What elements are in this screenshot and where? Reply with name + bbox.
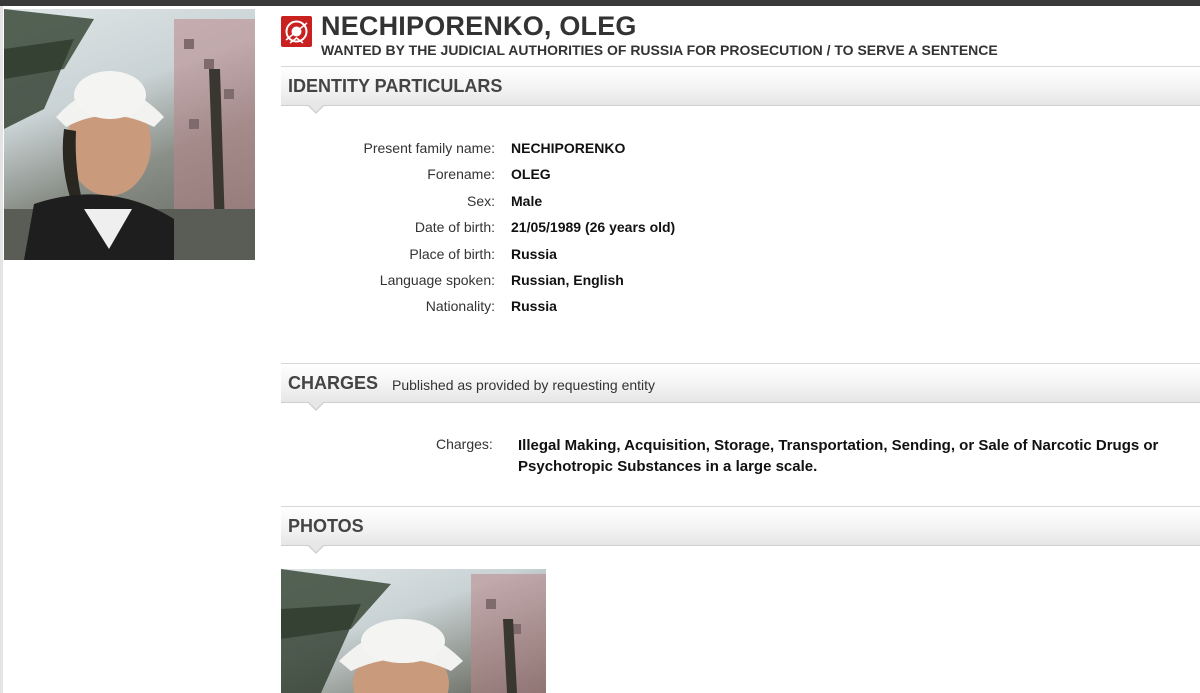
photos-section-header: PHOTOS	[281, 506, 1200, 554]
charges-value: Illegal Making, Acquisition, Storage, Tr…	[518, 437, 1159, 475]
field-value: OLEG	[511, 166, 551, 182]
field-label: Date of birth:	[414, 219, 495, 235]
photos-heading: PHOTOS	[288, 516, 364, 536]
field-value: Russian, English	[511, 272, 624, 288]
section-notch	[307, 544, 325, 554]
charges-heading: CHARGES	[288, 373, 379, 393]
person-name: NECHIPORENKO, OLEG	[321, 11, 637, 41]
interpol-emblem-icon	[281, 16, 312, 47]
field-row-family-name: Present family name: NECHIPORENKO	[281, 137, 1200, 159]
field-row-place-of-birth: Place of birth: Russia	[281, 243, 1200, 265]
field-row-sex: Sex: Male	[281, 190, 1200, 212]
field-label: Place of birth:	[409, 246, 495, 262]
charges-label: Charges:	[436, 436, 493, 452]
field-row-date-of-birth: Date of birth: 21/05/1989 (26 years old)	[281, 216, 1200, 238]
field-label: Nationality:	[425, 298, 495, 314]
field-value: Russia	[511, 246, 557, 262]
charges-section-header: CHARGES Published as provided by request…	[281, 363, 1200, 411]
section-notch	[307, 104, 325, 114]
field-row-nationality: Nationality: Russia	[281, 295, 1200, 317]
field-value: Russia	[511, 298, 557, 314]
field-label: Forename:	[427, 166, 495, 182]
field-label: Present family name:	[363, 140, 496, 156]
field-value: Male	[511, 193, 543, 209]
charges-note: Published as provided by requesting enti…	[392, 377, 656, 393]
left-edge	[0, 6, 3, 693]
photo-thumbnail[interactable]	[281, 569, 546, 693]
wanted-subtitle: WANTED BY THE JUDICIAL AUTHORITIES OF RU…	[321, 42, 998, 58]
field-row-language-spoken: Language spoken: Russian, English	[281, 269, 1200, 291]
field-label: Language spoken:	[379, 272, 495, 288]
field-value: 21/05/1989 (26 years old)	[511, 219, 676, 235]
identity-section-header: IDENTITY PARTICULARS	[281, 66, 1200, 114]
subject-photo	[4, 9, 255, 260]
field-row-forename: Forename: OLEG	[281, 163, 1200, 185]
field-label: Sex:	[466, 193, 495, 209]
section-notch	[307, 401, 325, 411]
identity-heading: IDENTITY PARTICULARS	[288, 76, 503, 96]
field-value: NECHIPORENKO	[511, 140, 626, 156]
top-bar	[0, 0, 1200, 6]
